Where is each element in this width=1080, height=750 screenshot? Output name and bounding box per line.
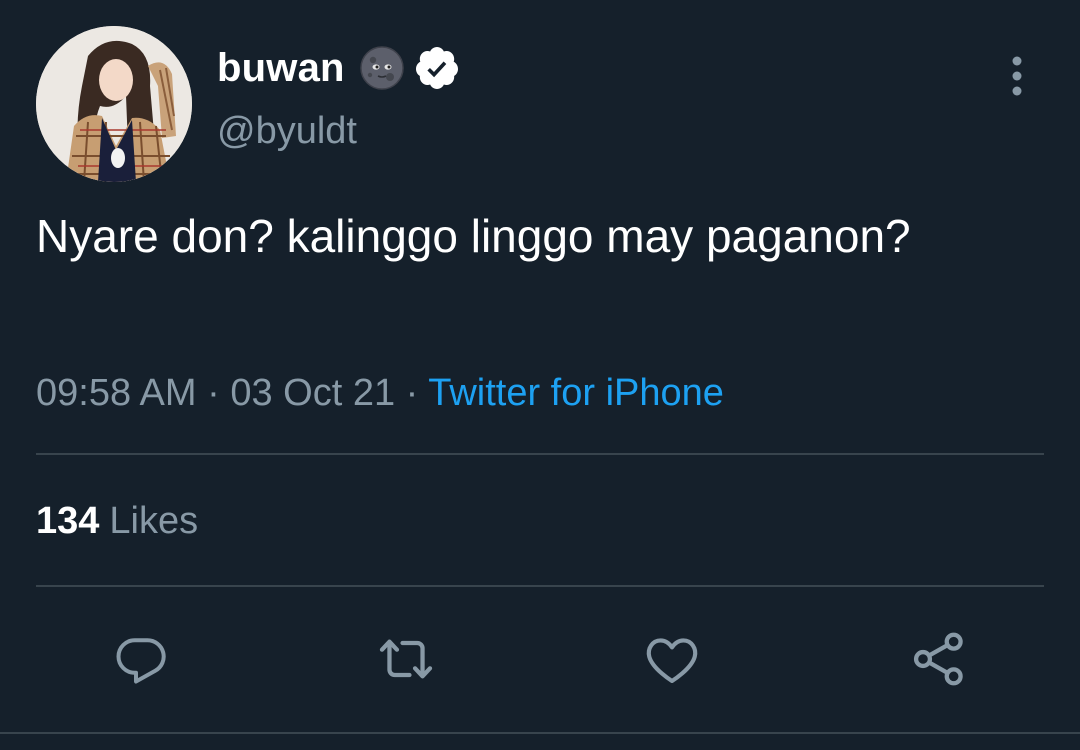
user-handle[interactable]: @byuldt: [217, 110, 357, 153]
display-name-row: buwan: [217, 42, 461, 94]
avatar-image: [36, 26, 192, 182]
likes-label: Likes: [109, 500, 199, 542]
new-moon-face-icon: [359, 46, 404, 90]
tweet-date: 03 Oct 21: [230, 372, 396, 414]
tweet-source-link[interactable]: Twitter for iPhone: [428, 372, 724, 414]
like-button[interactable]: [637, 624, 707, 694]
display-name[interactable]: buwan: [217, 46, 345, 91]
meta-separator: ·: [196, 372, 231, 414]
bottom-divider: [0, 732, 1080, 734]
share-button[interactable]: [904, 624, 974, 694]
verified-badge-icon: [415, 47, 458, 89]
tweet-detail: buwan @byuldt Nyare don? kalinggo linggo…: [0, 0, 1080, 750]
divider: [36, 585, 1044, 587]
retweet-icon: [379, 639, 433, 679]
likes-stat[interactable]: 134 Likes: [36, 500, 198, 543]
more-options-icon[interactable]: [1004, 54, 1030, 98]
tweet-text: Nyare don? kalinggo linggo may paganon?: [36, 210, 911, 262]
tweet-meta: 09:58 AM · 03 Oct 21 · Twitter for iPhon…: [36, 372, 724, 415]
divider: [36, 453, 1044, 455]
like-icon: [646, 638, 698, 684]
meta-separator: ·: [395, 372, 429, 414]
tweet-time: 09:58 AM: [36, 372, 197, 414]
reply-icon: [116, 638, 166, 684]
likes-count: 134: [36, 500, 100, 542]
reply-button[interactable]: [106, 624, 176, 694]
share-icon: [913, 632, 963, 686]
retweet-button[interactable]: [371, 624, 441, 694]
avatar[interactable]: [36, 26, 192, 182]
